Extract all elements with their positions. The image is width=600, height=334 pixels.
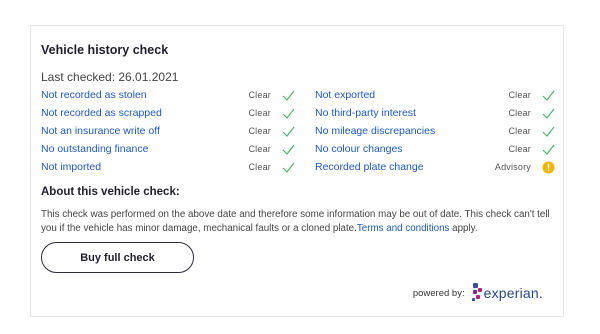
check-icon — [281, 106, 295, 120]
buy-full-check-button[interactable]: Buy full check — [41, 242, 194, 273]
check-icon — [541, 142, 555, 156]
last-checked-date: Last checked: 26.01.2021 — [41, 70, 179, 84]
check-row: Not an insurance write off Clear — [41, 122, 295, 140]
check-link[interactable]: No mileage discrepancies — [315, 125, 508, 137]
check-link[interactable]: Not an insurance write off — [41, 125, 248, 137]
warning-icon — [541, 160, 555, 174]
powered-by: powered by: experian. — [413, 282, 543, 304]
check-row: Not exported Clear — [315, 86, 555, 104]
check-icon — [281, 124, 295, 138]
about-text: This check was performed on the above da… — [41, 208, 551, 236]
check-link[interactable]: Not imported — [41, 161, 248, 173]
checks-column-right: Not exported Clear No third-party intere… — [315, 86, 555, 176]
check-row: No third-party interest Clear — [315, 104, 555, 122]
experian-logo: experian. — [471, 282, 543, 304]
check-link[interactable]: Recorded plate change — [315, 161, 495, 173]
experian-wordmark: experian. — [483, 285, 543, 301]
terms-link[interactable]: Terms and conditions — [357, 223, 450, 234]
check-row: No mileage discrepancies Clear — [315, 122, 555, 140]
check-row: Not recorded as stolen Clear — [41, 86, 295, 104]
status-text: Clear — [248, 108, 271, 118]
card-title: Vehicle history check — [41, 43, 169, 57]
status-text: Clear — [248, 144, 271, 154]
status-text: Clear — [248, 126, 271, 136]
check-row: No outstanding finance Clear — [41, 140, 295, 158]
about-suffix: apply. — [449, 223, 478, 234]
status-text: Clear — [508, 126, 531, 136]
check-row: Not recorded as scrapped Clear — [41, 104, 295, 122]
check-icon — [541, 88, 555, 102]
status-text: Advisory — [494, 162, 531, 172]
check-link[interactable]: Not exported — [315, 89, 508, 101]
check-link[interactable]: Not recorded as stolen — [41, 89, 248, 101]
check-link[interactable]: Not recorded as scrapped — [41, 107, 248, 119]
status-text: Clear — [508, 144, 531, 154]
check-row: No colour changes Clear — [315, 140, 555, 158]
status-text: Clear — [248, 90, 271, 100]
status-text: Clear — [248, 162, 271, 172]
check-row: Not imported Clear — [41, 158, 295, 176]
check-icon — [281, 160, 295, 174]
check-link[interactable]: No outstanding finance — [41, 143, 248, 155]
check-link[interactable]: No third-party interest — [315, 107, 508, 119]
about-title: About this vehicle check: — [41, 186, 180, 198]
powered-by-label: powered by: — [412, 287, 465, 299]
checks-column-left: Not recorded as stolen Clear Not recorde… — [41, 86, 295, 176]
status-text: Clear — [508, 90, 531, 100]
vehicle-history-card: Vehicle history check Last checked: 26.0… — [30, 25, 564, 317]
check-link[interactable]: No colour changes — [315, 143, 508, 155]
check-row: Recorded plate change Advisory — [315, 158, 555, 176]
check-icon — [541, 106, 555, 120]
experian-dots-icon — [471, 283, 482, 301]
check-icon — [281, 88, 295, 102]
check-icon — [281, 142, 295, 156]
status-text: Clear — [508, 108, 531, 118]
check-icon — [541, 124, 555, 138]
